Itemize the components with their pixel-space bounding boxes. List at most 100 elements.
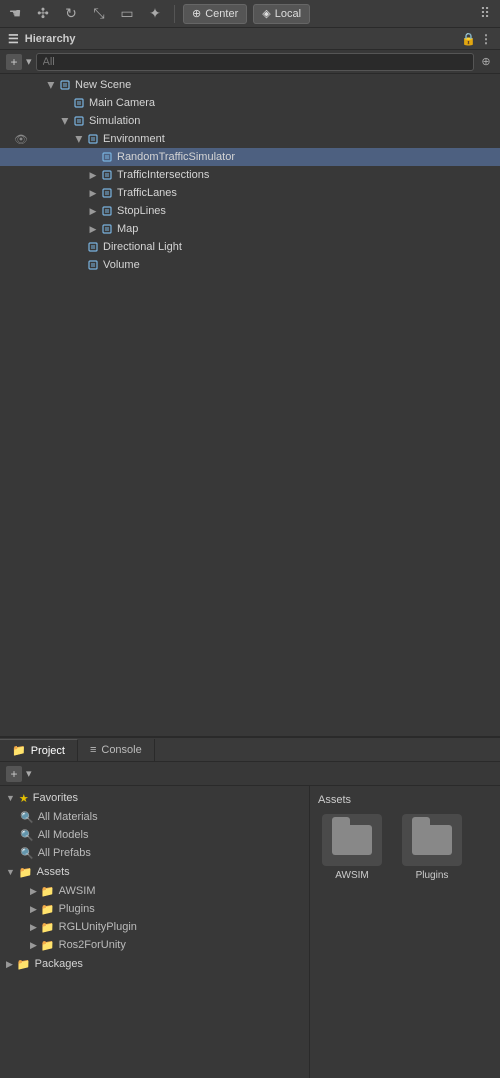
plugins-arrow-icon: ▶ — [30, 904, 37, 915]
search-sym-materials: 🔍 — [20, 811, 34, 824]
label-new-scene: New Scene — [75, 79, 131, 91]
hierarchy-search-input[interactable] — [36, 53, 474, 71]
center-icon: ⊕ — [192, 7, 201, 20]
label-dl: Directional Light — [103, 241, 182, 253]
plugins-label: Plugins — [59, 903, 95, 915]
arrow-environment[interactable]: ▶ — [74, 132, 85, 146]
arrow-vol: ▶ — [72, 260, 86, 271]
tree-item-directional-light[interactable]: ▶ Directional Light — [0, 238, 500, 256]
search-sym-prefabs: 🔍 — [20, 847, 34, 860]
eye-icon-env: 👁 — [14, 133, 28, 146]
arrow-ti[interactable]: ▶ — [86, 170, 100, 181]
local-label: Local — [275, 8, 301, 20]
project-tab-label: Project — [31, 745, 65, 757]
tab-console[interactable]: ≡ Console — [78, 739, 155, 761]
main-toolbar: ☚ ✣ ↻ ⤡ ▭ ✦ ⊕ Center ◈ Local ⠿ — [0, 0, 500, 28]
cube-icon-tl — [100, 186, 114, 200]
asset-folder-plugins — [402, 814, 462, 866]
tree-item-traffic-intersections[interactable]: ▶ TrafficIntersections — [0, 166, 500, 184]
project-add-arrow-icon[interactable]: ▾ — [26, 767, 32, 780]
lock-icon[interactable]: 🔒 — [461, 32, 476, 46]
cube-icon-simulation — [72, 114, 86, 128]
arrow-new-scene[interactable]: ▶ — [46, 78, 57, 92]
bottom-area: 📁 Project ≡ Console + ▾ ▼ ★ Favorites 🔍 … — [0, 738, 500, 1078]
rect-tool-icon[interactable]: ▭ — [116, 3, 138, 25]
tree-item-main-camera[interactable]: ▶ Main Camera — [0, 94, 500, 112]
packages-section[interactable]: ▶ 📁 Packages — [0, 954, 309, 974]
all-models-label: All Models — [38, 829, 89, 841]
awsim-folder-item[interactable]: ▶ 📁 AWSIM — [0, 882, 309, 900]
assets-section[interactable]: ▼ 📁 Assets — [0, 862, 309, 882]
asset-item-plugins[interactable]: Plugins — [398, 814, 466, 881]
awsim-label: AWSIM — [59, 885, 96, 897]
search-sym-models: 🔍 — [20, 829, 34, 842]
all-prefabs-item[interactable]: 🔍 All Prefabs — [0, 844, 309, 862]
tree-item-map[interactable]: ▶ Map — [0, 220, 500, 238]
center-button[interactable]: ⊕ Center — [183, 4, 247, 24]
folder-shape-plugins — [412, 825, 452, 855]
hierarchy-toolbar: + ▾ ⊕ — [0, 50, 500, 74]
local-button[interactable]: ◈ Local — [253, 4, 310, 24]
assets-arrow-icon: ▼ — [6, 867, 15, 877]
arrow-simulation[interactable]: ▶ — [60, 114, 71, 128]
assets-grid: AWSIM Plugins — [318, 814, 492, 881]
tree-item-stop-lines[interactable]: ▶ StopLines — [0, 202, 500, 220]
rgl-label: RGLUnityPlugin — [59, 921, 137, 933]
favorites-section[interactable]: ▼ ★ Favorites — [0, 788, 309, 808]
awsim-folder-icon: 📁 — [41, 885, 55, 898]
grid-icon[interactable]: ⠿ — [474, 3, 496, 25]
all-prefabs-label: All Prefabs — [38, 847, 91, 859]
arrow-sl[interactable]: ▶ — [86, 206, 100, 217]
arrow-tl[interactable]: ▶ — [86, 188, 100, 199]
add-arrow-icon[interactable]: ▾ — [26, 55, 32, 68]
label-sl: StopLines — [117, 205, 166, 217]
tree-item-random-traffic[interactable]: ▶ RandomTrafficSimulator — [0, 148, 500, 166]
arrow-rts: ▶ — [86, 152, 100, 163]
ros2-folder-icon: 📁 — [41, 939, 55, 952]
ros2-folder-item[interactable]: ▶ 📁 Ros2ForUnity — [0, 936, 309, 954]
center-label: Center — [205, 8, 238, 20]
add-object-button[interactable]: + — [6, 54, 22, 70]
tree-item-simulation[interactable]: ▶ Simulation — [0, 112, 500, 130]
plugins-folder-item[interactable]: ▶ 📁 Plugins — [0, 900, 309, 918]
hamburger-icon[interactable]: ☰ — [8, 32, 19, 46]
asset-label-awsim: AWSIM — [335, 870, 369, 881]
label-environment: Environment — [103, 133, 165, 145]
cube-icon-new-scene — [58, 78, 72, 92]
asset-item-awsim[interactable]: AWSIM — [318, 814, 386, 881]
arrow-map[interactable]: ▶ — [86, 224, 100, 235]
project-add-button[interactable]: + — [6, 766, 22, 782]
hand-tool-icon[interactable]: ☚ — [4, 3, 26, 25]
plugins-folder-icon: 📁 — [41, 903, 55, 916]
rgl-arrow-icon: ▶ — [30, 922, 37, 933]
label-rts: RandomTrafficSimulator — [117, 151, 235, 163]
project-tab-icon: 📁 — [12, 744, 26, 757]
all-materials-item[interactable]: 🔍 All Materials — [0, 808, 309, 826]
star-icon: ★ — [19, 792, 29, 805]
tree-item-traffic-lanes[interactable]: ▶ TrafficLanes — [0, 184, 500, 202]
cube-icon-dl — [86, 240, 100, 254]
rgl-folder-item[interactable]: ▶ 📁 RGLUnityPlugin — [0, 918, 309, 936]
tree-item-environment[interactable]: 👁 ▶ Environment — [0, 130, 500, 148]
all-models-item[interactable]: 🔍 All Models — [0, 826, 309, 844]
rotate-tool-icon[interactable]: ↻ — [60, 3, 82, 25]
folder-shape-awsim — [332, 825, 372, 855]
more-icon[interactable]: ⋮ — [480, 32, 492, 46]
assets-label: Assets — [37, 866, 70, 878]
cube-icon-main-camera — [72, 96, 86, 110]
hierarchy-tree: ▶ New Scene ▶ Main Camera — [0, 74, 500, 736]
transform-tool-icon[interactable]: ✦ — [144, 3, 166, 25]
hierarchy-panel: ☰ Hierarchy 🔒 ⋮ + ▾ ⊕ ▶ New Scene — [0, 28, 500, 738]
tab-project[interactable]: 📁 Project — [0, 739, 78, 761]
tree-item-new-scene[interactable]: ▶ New Scene — [0, 76, 500, 94]
panel-header-icons: 🔒 ⋮ — [461, 32, 492, 46]
toolbar-separator-1 — [174, 5, 175, 23]
scale-tool-icon[interactable]: ⤡ — [88, 3, 110, 25]
search-icon[interactable]: ⊕ — [478, 54, 494, 70]
tree-item-volume[interactable]: ▶ Volume — [0, 256, 500, 274]
move-tool-icon[interactable]: ✣ — [32, 3, 54, 25]
console-tab-icon: ≡ — [90, 744, 96, 756]
asset-folder-awsim — [322, 814, 382, 866]
project-tree: ▼ ★ Favorites 🔍 All Materials 🔍 All Mode… — [0, 786, 310, 1078]
label-ti: TrafficIntersections — [117, 169, 209, 181]
